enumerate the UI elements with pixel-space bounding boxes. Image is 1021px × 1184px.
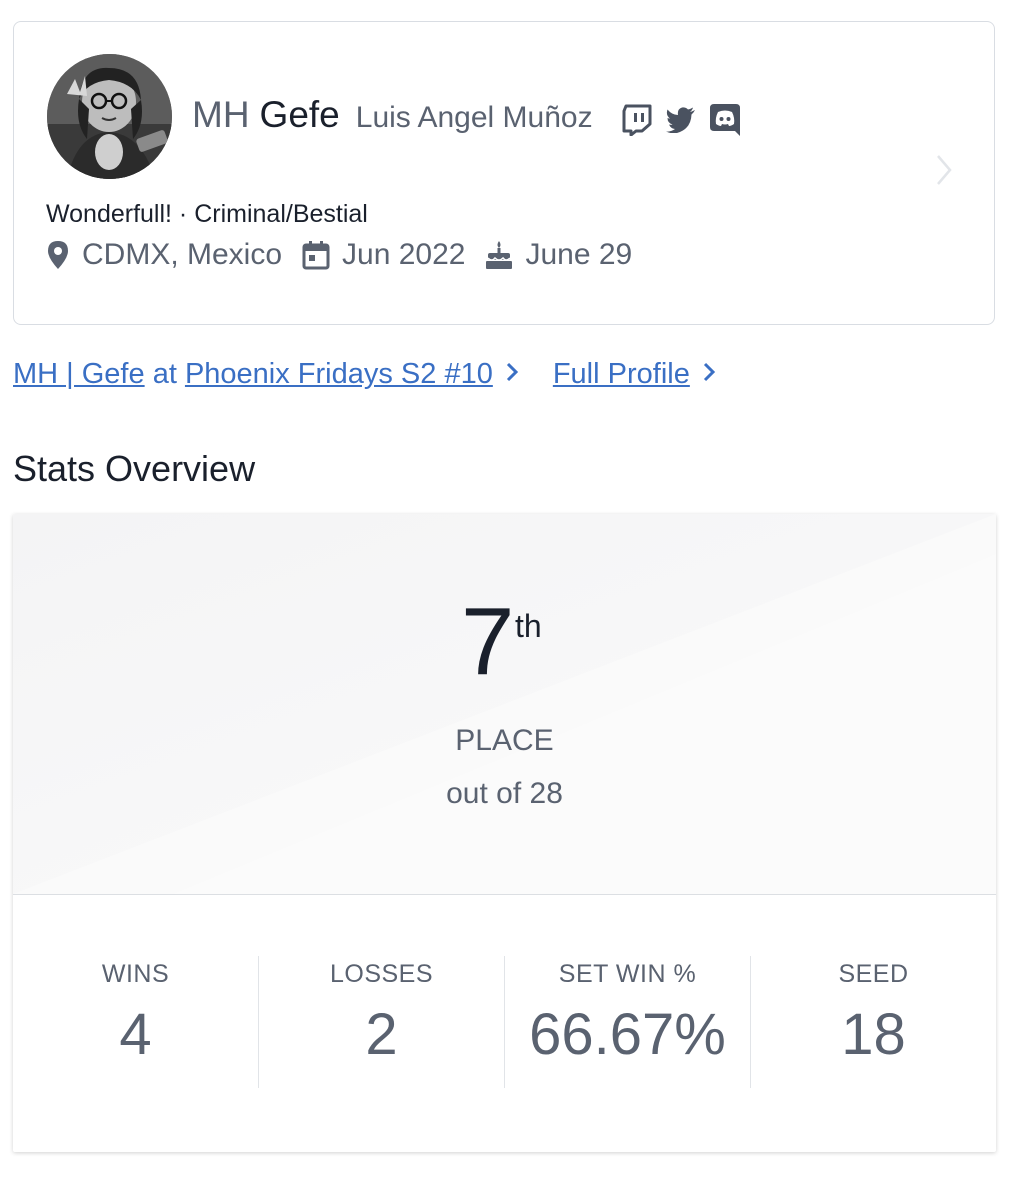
panel-background	[13, 514, 996, 894]
stat-wins: WINS 4	[13, 956, 258, 1088]
sponsor-prefix: MH	[192, 94, 250, 135]
stat-label: LOSSES	[329, 960, 434, 988]
stat-value: 18	[841, 1002, 906, 1067]
birthday-item: June 29	[485, 238, 632, 272]
profile-meta: CDMX, Mexico Jun 2022 June 29	[46, 238, 632, 272]
stat-label: SEED	[838, 960, 909, 988]
profile-card[interactable]: MH Gefe Luis Angel Muñoz Wonderfull! · C…	[13, 21, 995, 325]
placement-number: 7	[461, 588, 515, 695]
real-name: Luis Angel Muñoz	[355, 101, 593, 134]
stat-set-win-percent: SET WIN % 66.67%	[504, 956, 750, 1088]
stat-value: 66.67%	[529, 1002, 726, 1067]
stat-value: 2	[365, 1002, 398, 1067]
joined-text: Jun 2022	[342, 238, 466, 271]
gamertag: Gefe	[259, 94, 340, 135]
chevron-right-icon[interactable]	[934, 152, 954, 193]
avatar	[47, 54, 172, 179]
chevron-right-icon[interactable]	[702, 358, 716, 391]
placement-panel: 7 th PLACE out of 28	[13, 514, 996, 895]
location-item: CDMX, Mexico	[46, 238, 282, 272]
stats-card: 7 th PLACE out of 28 WINS 4 LOSSES 2 SET…	[13, 514, 996, 1152]
twitter-icon[interactable]	[666, 107, 696, 133]
stats-heading: Stats Overview	[13, 448, 256, 489]
stat-value: 4	[119, 1002, 152, 1067]
twitch-icon[interactable]	[622, 104, 652, 136]
event-player-link[interactable]: MH | Gefe	[13, 358, 145, 391]
stat-seed: SEED 18	[750, 956, 996, 1088]
placement-suffix: th	[515, 608, 542, 644]
event-at-word: at	[152, 358, 177, 390]
tagline: Wonderfull! · Criminal/Bestial	[46, 200, 368, 228]
full-profile-link-group[interactable]: Full Profile	[553, 358, 716, 391]
links-row: MH | Gefe at Phoenix Fridays S2 #10 Full…	[13, 358, 716, 391]
birthday-text: June 29	[525, 238, 633, 271]
social-links	[622, 104, 740, 136]
joined-item: Jun 2022	[302, 238, 465, 272]
full-profile-link[interactable]: Full Profile	[553, 358, 690, 391]
event-at-text: at	[145, 358, 185, 391]
location-pin-icon	[46, 240, 82, 270]
placement-total: out of 28	[446, 777, 563, 810]
event-link-group[interactable]: MH | Gefe at Phoenix Fridays S2 #10	[13, 358, 519, 391]
chevron-right-icon[interactable]	[505, 358, 519, 391]
stat-label: SET WIN %	[558, 960, 697, 988]
stat-label: WINS	[101, 960, 170, 988]
location-text: CDMX, Mexico	[82, 238, 283, 271]
placement-label: PLACE	[455, 724, 554, 757]
page: MH Gefe Luis Angel Muñoz Wonderfull! · C…	[0, 0, 1021, 1184]
discord-icon[interactable]	[710, 104, 740, 136]
cake-icon	[485, 240, 525, 270]
event-name-link[interactable]: Phoenix Fridays S2 #10	[185, 358, 493, 391]
stat-row: WINS 4 LOSSES 2 SET WIN % 66.67% SEED 18	[13, 956, 996, 1088]
calendar-icon	[302, 240, 342, 270]
name-row: MH Gefe Luis Angel Muñoz	[192, 94, 593, 136]
stat-losses: LOSSES 2	[258, 956, 504, 1088]
